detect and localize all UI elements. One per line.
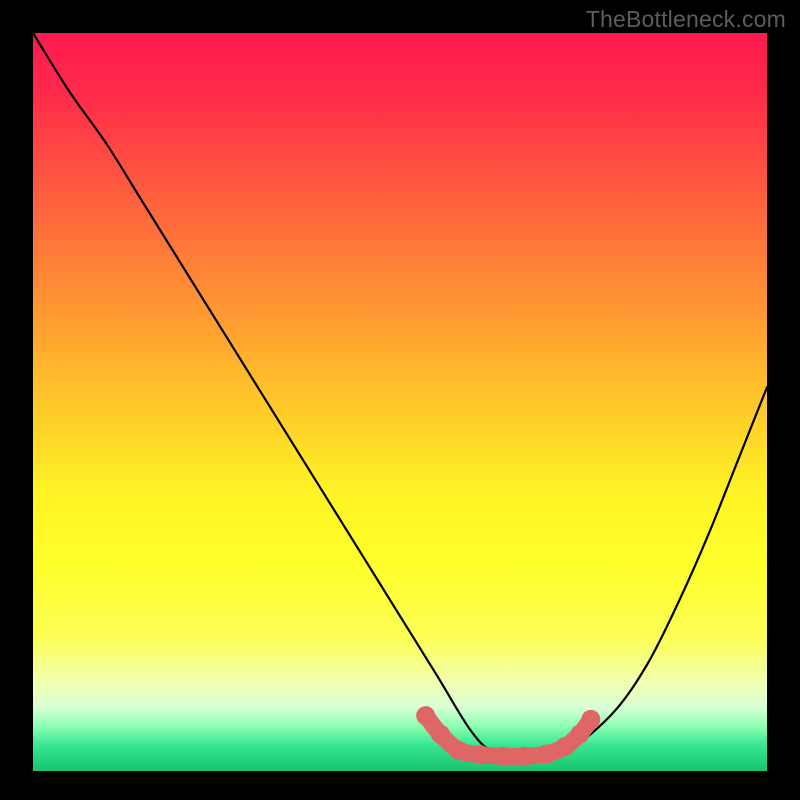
highlight-marker [431, 725, 450, 744]
highlight-marker [416, 706, 435, 725]
chart-frame: TheBottleneck.com [0, 0, 800, 800]
plot-area [33, 33, 767, 771]
highlight-marker [449, 741, 468, 760]
chart-svg [33, 33, 767, 771]
highlight-marker [515, 747, 534, 766]
highlight-marker [537, 745, 556, 764]
watermark-label: TheBottleneck.com [586, 6, 786, 33]
highlight-marker [556, 737, 575, 756]
gradient-background [33, 33, 767, 771]
highlight-marker [471, 745, 490, 764]
highlight-marker [581, 710, 600, 729]
highlight-marker [493, 747, 512, 766]
